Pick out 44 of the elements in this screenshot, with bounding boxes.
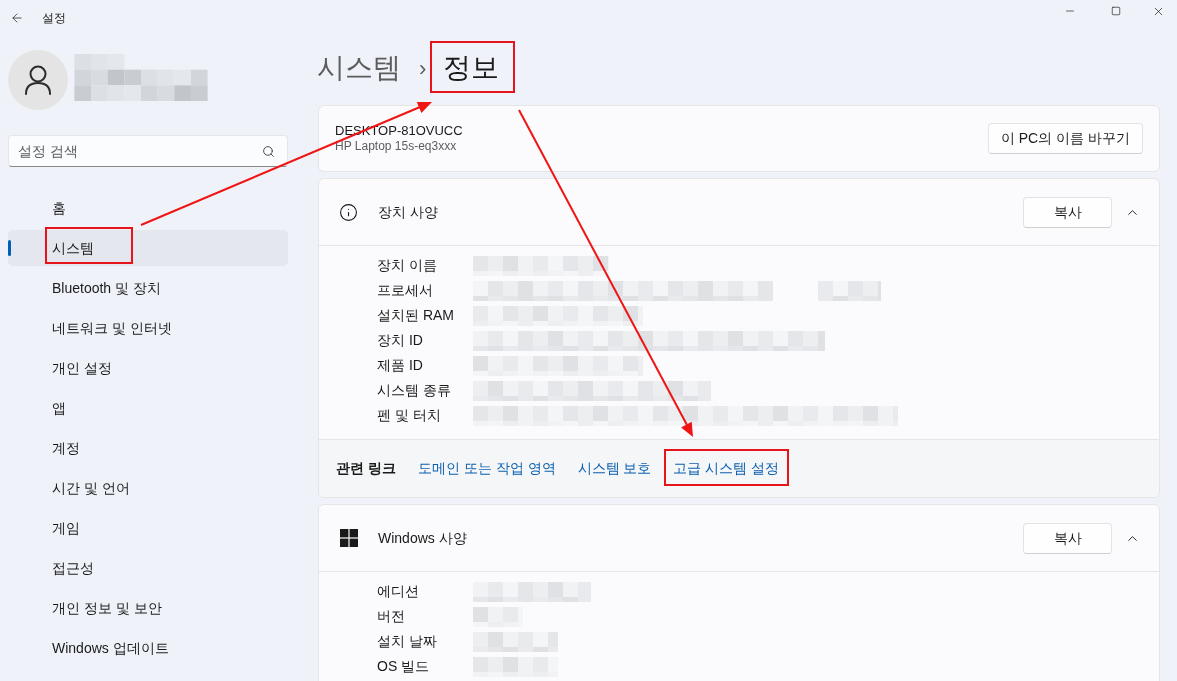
section-title: 장치 사양 [378,202,438,222]
related-link[interactable]: 도메인 또는 작업 영역 [417,458,556,479]
maximize-icon [1111,6,1121,16]
rename-button[interactable]: 이 PC의 이름 바꾸기 [987,123,1143,154]
nav-item[interactable]: 네트워크 및 인터넷 [8,310,288,346]
spec-label: 장치 ID [377,331,424,350]
spec-label: 펜 및 터치 [377,406,442,425]
search-icon [262,145,275,158]
spec-label: 에디션 [377,582,420,601]
nav-item[interactable]: 접근성 [8,550,288,586]
spec-label: OS 빌드 [377,657,431,676]
spec-label: 설치 날짜 [377,632,438,651]
spec-label: 설치된 RAM [377,306,455,325]
windows-logo-icon [339,529,358,547]
related-link[interactable]: 고급 시스템 설정 [673,458,780,479]
nav-item[interactable]: 개인 정보 및 보안 [8,590,288,626]
nav-item[interactable]: Bluetooth 및 장치 [8,270,288,306]
spec-label: 프로세서 [377,281,434,300]
nav-item[interactable]: 게임 [8,510,288,546]
copy-button[interactable]: 복사 [1023,522,1112,554]
pixelated-redaction [473,606,523,627]
nav-item[interactable]: 시간 및 언어 [8,470,288,506]
related-links-label: 관련 링크 [336,459,396,478]
breadcrumb-separator: › [419,54,427,83]
spec-label: 장치 이름 [377,256,438,275]
page-title: 정보 [443,52,500,83]
nav-item[interactable]: Windows 업데이트 [8,630,288,666]
copy-button[interactable]: 복사 [1023,196,1112,228]
section-title: Windows 사양 [378,528,467,548]
nav-item[interactable]: 시스템 [8,230,288,266]
window-title: 설정 [42,10,66,27]
nav-item[interactable]: 개인 설정 [8,350,288,386]
spec-label: 시스템 종류 [377,381,452,400]
selection-indicator [8,240,11,256]
search-field[interactable]: 설정 검색 [8,135,288,167]
nav-item[interactable]: 앱 [8,390,288,426]
info-icon [339,202,358,222]
related-link[interactable]: 시스템 보호 [577,458,652,479]
spec-label: 제품 ID [377,356,424,375]
breadcrumb-parent[interactable]: 시스템 [317,47,401,89]
device-model: HP Laptop 15s-eq3xxx [335,139,458,154]
nav-item[interactable]: 계정 [8,430,288,466]
nav-item[interactable]: 홈 [8,190,288,226]
spec-label: 버전 [377,607,406,626]
